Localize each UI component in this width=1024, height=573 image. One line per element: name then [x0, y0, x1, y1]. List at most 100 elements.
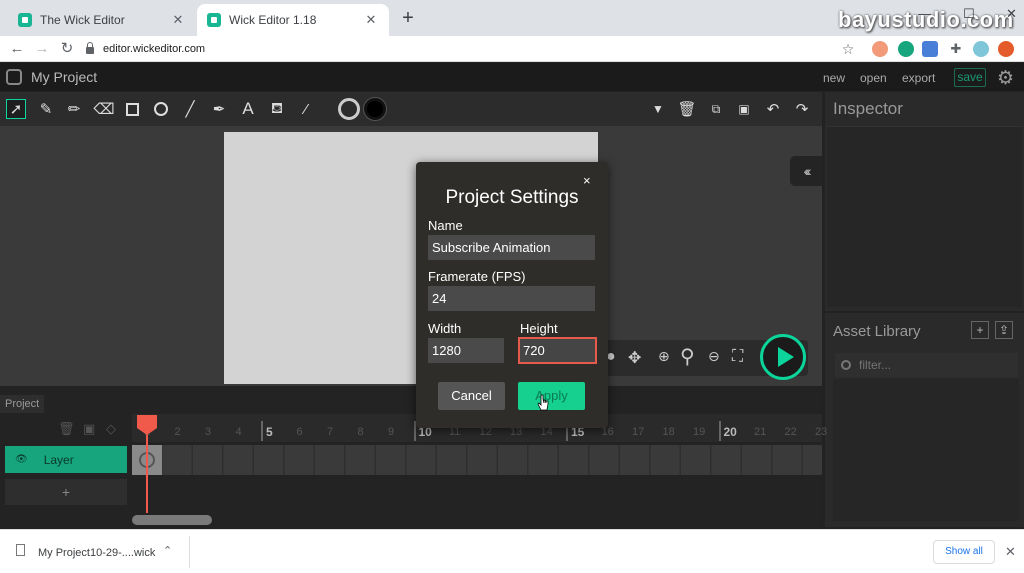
download-item[interactable]: My Project10-29-....wick — [38, 547, 155, 559]
lock-icon — [86, 42, 94, 54]
forward-icon[interactable]: → — [32, 39, 52, 59]
pan-icon[interactable]: ✥ — [628, 348, 641, 368]
address-bar[interactable]: editor.wickeditor.com — [86, 38, 866, 60]
timeline-tab-project[interactable]: Project — [0, 395, 44, 413]
frame-number: 19 — [693, 426, 706, 438]
delete-layer-icon[interactable]: 🗑 — [58, 421, 75, 437]
frame-number: 3 — [205, 426, 212, 438]
zoom-in-icon[interactable]: ⊕ — [658, 348, 670, 365]
extensions-puzzle-icon[interactable]: ✚ — [946, 39, 966, 59]
add-layer-button[interactable]: + — [5, 479, 127, 505]
path-tool-icon[interactable]: ✒ — [209, 99, 229, 119]
rectangle-tool-icon[interactable] — [122, 99, 142, 119]
text-tool-icon[interactable]: A — [238, 99, 258, 119]
copy-icon[interactable]: ⧉ — [706, 99, 726, 119]
extension-icon[interactable] — [898, 41, 914, 57]
save-button[interactable]: save — [954, 68, 986, 87]
tab-close-icon[interactable]: ✕ — [363, 12, 379, 28]
browser-tab-wick-editor-118[interactable]: Wick Editor 1.18 ✕ — [197, 4, 389, 36]
recenter-icon[interactable]: ⛶ — [732, 348, 743, 366]
play-button[interactable] — [760, 334, 806, 380]
frame-number: 22 — [784, 426, 797, 438]
eraser-tool-icon[interactable]: ⌫ — [93, 99, 114, 119]
new-button[interactable]: new — [823, 71, 845, 85]
upload-asset-icon[interactable]: ⇪ — [995, 321, 1013, 339]
window-close-icon[interactable]: ✕ — [1006, 6, 1017, 22]
asset-filter-input[interactable] — [859, 358, 1009, 372]
framerate-field[interactable] — [428, 286, 595, 311]
fill-bucket-tool-icon[interactable]: ⛾ — [267, 99, 287, 119]
width-field[interactable] — [428, 338, 504, 363]
undo-icon[interactable]: ↶ — [763, 99, 783, 119]
downloads-bar: My Project10-29-....wick ⌃ Show all ✕ — [0, 529, 1024, 573]
tool-toolbar: ➚ ✎ ✏ ⌫ ╱ ✒ A ⛾ ⁄ ▼ 🗑 ⧉ ▣ ↶ ↷ — [0, 92, 822, 126]
playhead-line — [146, 435, 148, 513]
export-button[interactable]: export — [902, 71, 935, 85]
project-settings-modal: × Project Settings Name Framerate (FPS) … — [416, 162, 608, 428]
asset-filter[interactable] — [835, 353, 1018, 377]
show-all-button[interactable]: Show all — [933, 540, 995, 564]
extension-icon[interactable] — [998, 41, 1014, 57]
reload-icon[interactable]: ↻ — [57, 39, 77, 59]
collapse-panel-icon[interactable]: ‹‹‹ — [790, 156, 822, 186]
frame-number: 23 — [815, 426, 828, 438]
chevron-up-icon[interactable]: ⌃ — [163, 544, 172, 557]
frame-number: 20 — [718, 421, 737, 441]
maximize-icon[interactable]: ☐ — [963, 6, 975, 22]
frame-grid[interactable] — [132, 445, 822, 475]
browser-tabbar: The Wick Editor ✕ Wick Editor 1.18 ✕ + b… — [0, 0, 1024, 36]
frame-number: 18 — [662, 426, 675, 438]
canvas-area[interactable]: ‹‹‹ ● ✥ ⊕ ⚲ ⊖ ⛶ — [0, 126, 822, 386]
tab-close-icon[interactable]: ✕ — [170, 12, 186, 28]
bookmark-star-icon[interactable]: ☆ — [838, 39, 858, 59]
add-tween-icon[interactable]: ▣ — [83, 421, 95, 437]
pencil-tool-icon[interactable]: ✏ — [64, 99, 84, 119]
eyedropper-tool-icon[interactable]: ⁄ — [296, 99, 316, 119]
translate-extension-icon[interactable] — [922, 41, 938, 57]
height-field[interactable] — [518, 337, 597, 364]
inspector-panel: Inspector — [825, 92, 1024, 311]
fill-color-swatch[interactable] — [338, 98, 360, 120]
keyframe-icon[interactable]: ◇ — [106, 421, 116, 437]
dropdown-arrow-icon[interactable]: ▼ — [648, 99, 668, 119]
frame-number: 21 — [754, 426, 767, 438]
divider — [189, 536, 190, 568]
app-header: My Project new open export save ⚙ — [0, 63, 1024, 91]
redo-icon[interactable]: ↷ — [792, 99, 812, 119]
name-field[interactable] — [428, 235, 595, 260]
brush-tool-icon[interactable]: ✎ — [36, 99, 56, 119]
add-asset-icon[interactable]: + — [971, 321, 989, 339]
browser-navbar: ← → ↻ editor.wickeditor.com ☆ ✚ — [0, 36, 1024, 62]
eye-icon[interactable]: 👁 — [15, 454, 28, 465]
layer-row[interactable]: 👁 Layer — [5, 446, 127, 473]
profile-avatar-icon[interactable] — [973, 41, 989, 57]
ellipse-tool-icon[interactable] — [151, 99, 171, 119]
width-label: Width — [428, 321, 462, 336]
open-button[interactable]: open — [860, 71, 887, 85]
back-icon[interactable]: ← — [7, 39, 27, 59]
timeline-scrollbar[interactable] — [132, 515, 212, 525]
gear-icon[interactable]: ⚙ — [997, 67, 1014, 90]
cursor-tool-icon[interactable]: ➚ — [6, 99, 26, 119]
tab-title: The Wick Editor — [40, 13, 125, 27]
extension-icon[interactable] — [872, 41, 888, 57]
minimize-icon[interactable]: — — [918, 6, 931, 21]
apply-button[interactable]: Apply — [518, 382, 585, 410]
wick-favicon-icon — [18, 13, 32, 27]
project-title[interactable]: My Project — [31, 69, 97, 85]
paste-icon[interactable]: ▣ — [734, 99, 754, 119]
frame-number: 4 — [235, 426, 242, 438]
modal-title: Project Settings — [445, 187, 579, 208]
asset-list — [833, 379, 1019, 521]
close-icon[interactable]: × — [583, 173, 591, 188]
new-tab-button[interactable]: + — [398, 8, 418, 28]
zoom-icon[interactable]: ⚲ — [680, 344, 695, 369]
stroke-color-swatch[interactable] — [364, 98, 386, 120]
close-icon[interactable]: ✕ — [1005, 544, 1016, 560]
layer-name: Layer — [43, 452, 74, 467]
browser-tab-wick-editor[interactable]: The Wick Editor ✕ — [8, 4, 196, 36]
line-tool-icon[interactable]: ╱ — [180, 99, 200, 119]
zoom-out-icon[interactable]: ⊖ — [708, 348, 720, 365]
cancel-button[interactable]: Cancel — [438, 382, 505, 410]
trash-icon[interactable]: 🗑 — [677, 99, 697, 119]
